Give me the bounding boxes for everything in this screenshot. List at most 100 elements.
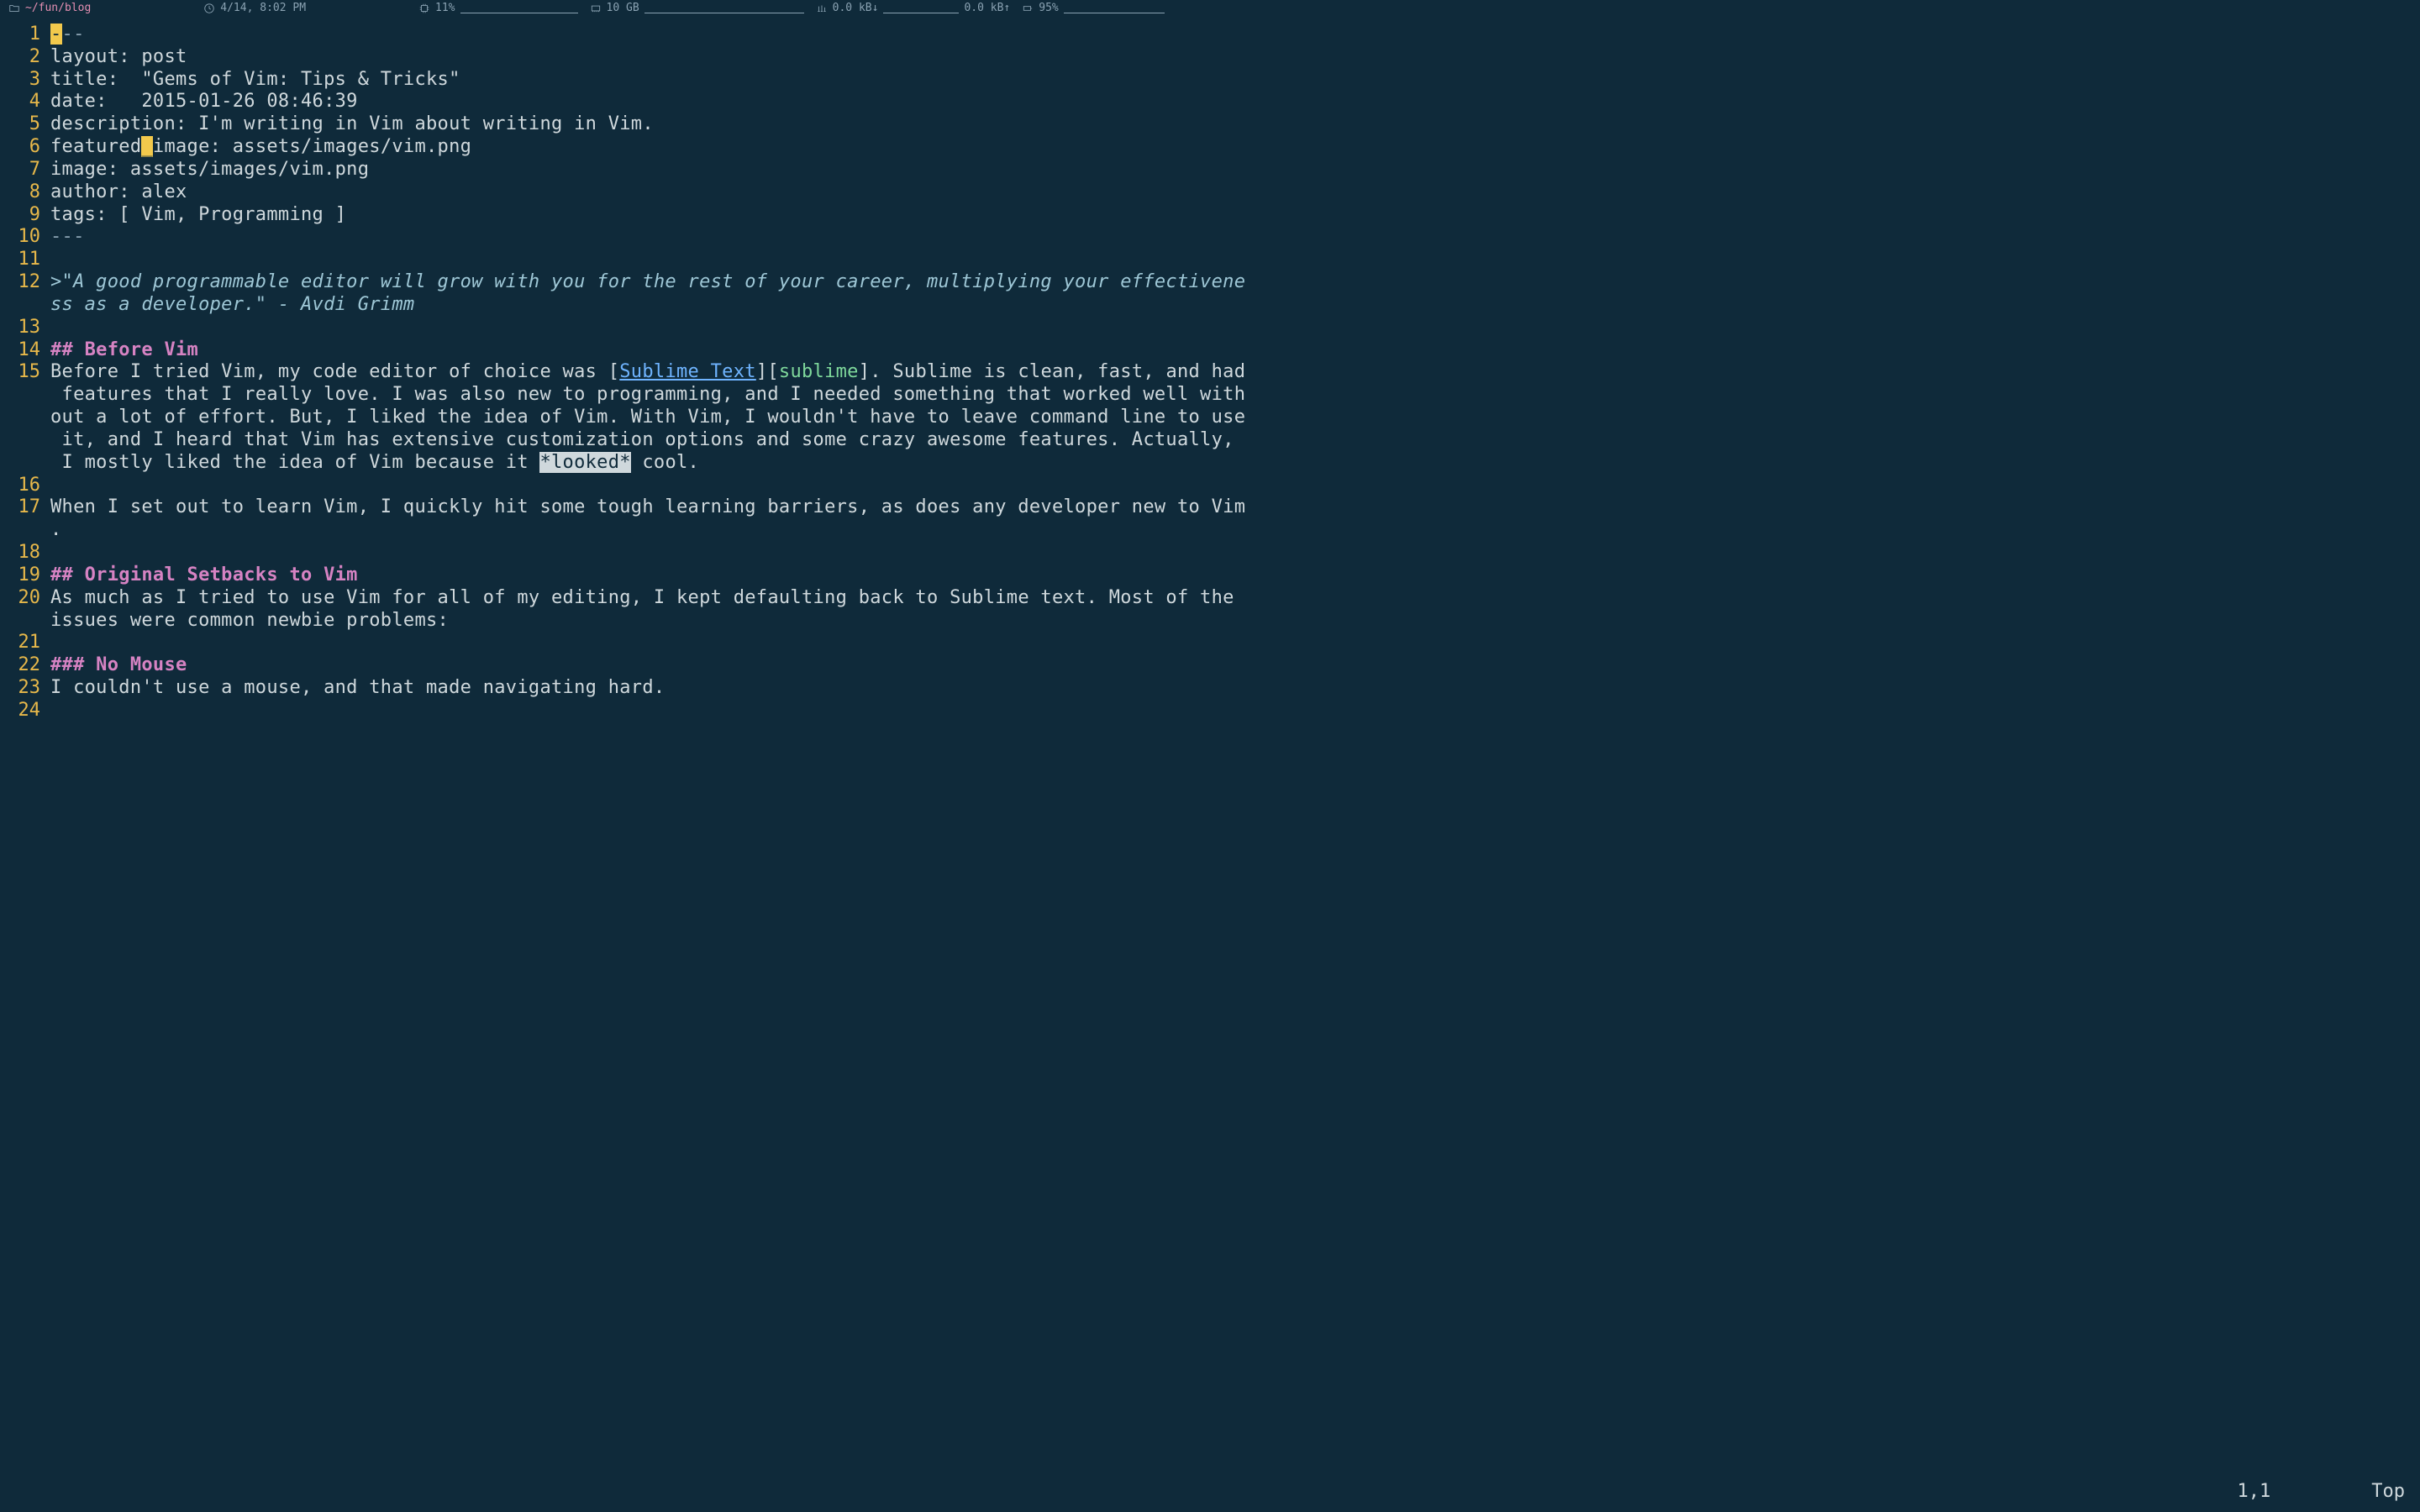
line-10[interactable]: 10 --- bbox=[0, 226, 2420, 249]
line-text[interactable]: author: alex bbox=[50, 181, 2420, 204]
line-text[interactable]: features that I really love. I was also … bbox=[50, 384, 2420, 407]
network-icon bbox=[816, 3, 828, 14]
line-22[interactable]: 22 ### No Mouse bbox=[0, 654, 2420, 677]
line-4[interactable]: 4 date: 2015-01-26 08:46:39 bbox=[0, 91, 2420, 113]
line-text[interactable]: When I set out to learn Vim, I quickly h… bbox=[50, 496, 2420, 519]
gutter-number: 2 bbox=[0, 46, 50, 69]
line-3[interactable]: 3 title: "Gems of Vim: Tips & Tricks" bbox=[0, 69, 2420, 92]
line-text[interactable]: image: assets/images/vim.png bbox=[50, 159, 2420, 181]
gutter-number: 4 bbox=[0, 91, 50, 113]
heading[interactable]: ## Original Setbacks to Vim bbox=[50, 564, 2420, 587]
memory-sparkline bbox=[644, 3, 804, 13]
markdown-link[interactable]: Sublime Text bbox=[619, 361, 756, 382]
line-16[interactable]: 16 bbox=[0, 475, 2420, 497]
line-15-wrap1[interactable]: features that I really love. I was also … bbox=[0, 384, 2420, 407]
editor-viewport[interactable]: 1 --- 2 layout: post 3 title: "Gems of V… bbox=[0, 18, 2420, 1512]
line-1[interactable]: 1 --- bbox=[0, 24, 2420, 46]
gutter-number: 6 bbox=[0, 136, 50, 159]
line-23[interactable]: 23 I couldn't use a mouse, and that made… bbox=[0, 677, 2420, 700]
battery-segment: 95% bbox=[1022, 2, 1164, 15]
net-down-sparkline bbox=[883, 3, 959, 13]
line-5[interactable]: 5 description: I'm writing in Vim about … bbox=[0, 113, 2420, 136]
cpu-text: 11% bbox=[435, 2, 455, 15]
line-17-wrap[interactable]: . bbox=[0, 519, 2420, 542]
line-text[interactable]: description: I'm writing in Vim about wr… bbox=[50, 113, 2420, 136]
line-text[interactable]: title: "Gems of Vim: Tips & Tricks" bbox=[50, 69, 2420, 92]
ruler: 1,1 Top bbox=[2238, 1481, 2406, 1504]
line-15-wrap2[interactable]: out a lot of effort. But, I liked the id… bbox=[0, 407, 2420, 429]
gutter-number: 13 bbox=[0, 317, 50, 339]
cpu-segment: 11% bbox=[418, 2, 577, 15]
line-17[interactable]: 17 When I set out to learn Vim, I quickl… bbox=[0, 496, 2420, 519]
gutter-number: 14 bbox=[0, 339, 50, 362]
gutter-number: 3 bbox=[0, 69, 50, 92]
line-text[interactable]: . bbox=[50, 519, 2420, 542]
line-24[interactable]: 24 bbox=[0, 700, 2420, 722]
net-segment: 0.0 kB↓ 0.0 kB↑ bbox=[816, 2, 1011, 15]
scroll-position: Top bbox=[2371, 1481, 2405, 1504]
line-text[interactable]: >"A good programmable editor will grow w… bbox=[50, 271, 2420, 294]
line-20-wrap[interactable]: issues were common newbie problems: bbox=[0, 610, 2420, 633]
line-8[interactable]: 8 author: alex bbox=[0, 181, 2420, 204]
cwd-path: ~/fun/blog bbox=[25, 2, 91, 15]
gutter-number: 22 bbox=[0, 654, 50, 677]
gutter-number: 23 bbox=[0, 677, 50, 700]
gutter-number: 21 bbox=[0, 632, 50, 654]
line-text[interactable]: --- bbox=[50, 24, 2420, 46]
battery-icon bbox=[1022, 3, 1034, 14]
search-match: *looked* bbox=[539, 452, 630, 473]
line-text[interactable]: date: 2015-01-26 08:46:39 bbox=[50, 91, 2420, 113]
line-text[interactable]: out a lot of effort. But, I liked the id… bbox=[50, 407, 2420, 429]
gutter-number: 12 bbox=[0, 271, 50, 294]
line-12[interactable]: 12 >"A good programmable editor will gro… bbox=[0, 271, 2420, 294]
clock-icon bbox=[203, 3, 215, 14]
line-text[interactable]: ss as a developer." - Avdi Grimm bbox=[50, 294, 2420, 317]
gutter-number: 17 bbox=[0, 496, 50, 519]
cpu-sparkline bbox=[460, 3, 578, 13]
line-12-wrap[interactable]: ss as a developer." - Avdi Grimm bbox=[0, 294, 2420, 317]
gutter-number: 11 bbox=[0, 249, 50, 271]
heading[interactable]: ## Before Vim bbox=[50, 339, 2420, 362]
net-up-text: 0.0 kB↑ bbox=[964, 2, 1010, 15]
line-text[interactable]: --- bbox=[50, 226, 2420, 249]
gutter-number: 20 bbox=[0, 587, 50, 610]
line-15-wrap3[interactable]: it, and I heard that Vim has extensive c… bbox=[0, 429, 2420, 452]
gutter-number: 7 bbox=[0, 159, 50, 181]
gutter-number: 16 bbox=[0, 475, 50, 497]
battery-text: 95% bbox=[1039, 2, 1058, 15]
line-text[interactable]: I couldn't use a mouse, and that made na… bbox=[50, 677, 2420, 700]
memory-text: 10 GB bbox=[607, 2, 639, 15]
gutter-number: 9 bbox=[0, 204, 50, 227]
line-text[interactable]: it, and I heard that Vim has extensive c… bbox=[50, 429, 2420, 452]
line-15[interactable]: 15 Before I tried Vim, my code editor of… bbox=[0, 361, 2420, 384]
line-20[interactable]: 20 As much as I tried to use Vim for all… bbox=[0, 587, 2420, 610]
heading[interactable]: ### No Mouse bbox=[50, 654, 2420, 677]
line-15-wrap4[interactable]: I mostly liked the idea of Vim because i… bbox=[0, 452, 2420, 475]
line-text[interactable]: As much as I tried to use Vim for all of… bbox=[50, 587, 2420, 610]
line-19[interactable]: 19 ## Original Setbacks to Vim bbox=[0, 564, 2420, 587]
gutter-number: 5 bbox=[0, 113, 50, 136]
line-2[interactable]: 2 layout: post bbox=[0, 46, 2420, 69]
line-text[interactable]: I mostly liked the idea of Vim because i… bbox=[50, 452, 2420, 475]
line-11[interactable]: 11 bbox=[0, 249, 2420, 271]
gutter-number: 1 bbox=[0, 24, 50, 46]
gutter-number: 19 bbox=[0, 564, 50, 587]
cursor: - bbox=[50, 24, 62, 45]
clock-segment: 4/14, 8:02 PM bbox=[203, 2, 306, 15]
line-text[interactable]: layout: post bbox=[50, 46, 2420, 69]
line-14[interactable]: 14 ## Before Vim bbox=[0, 339, 2420, 362]
line-text[interactable]: featured_image: assets/images/vim.png bbox=[50, 136, 2420, 159]
line-21[interactable]: 21 bbox=[0, 632, 2420, 654]
line-text[interactable]: tags: [ Vim, Programming ] bbox=[50, 204, 2420, 227]
line-text[interactable]: issues were common newbie problems: bbox=[50, 610, 2420, 633]
line-13[interactable]: 13 bbox=[0, 317, 2420, 339]
net-down-text: 0.0 kB↓ bbox=[833, 2, 879, 15]
line-18[interactable]: 18 bbox=[0, 542, 2420, 564]
line-7[interactable]: 7 image: assets/images/vim.png bbox=[0, 159, 2420, 181]
path-segment: ~/fun/blog bbox=[8, 2, 91, 15]
buffer-lines: 1 --- 2 layout: post 3 title: "Gems of V… bbox=[0, 18, 2420, 722]
line-9[interactable]: 9 tags: [ Vim, Programming ] bbox=[0, 204, 2420, 227]
battery-sparkline bbox=[1064, 3, 1165, 13]
line-6[interactable]: 6 featured_image: assets/images/vim.png bbox=[0, 136, 2420, 159]
line-text[interactable]: Before I tried Vim, my code editor of ch… bbox=[50, 361, 2420, 384]
